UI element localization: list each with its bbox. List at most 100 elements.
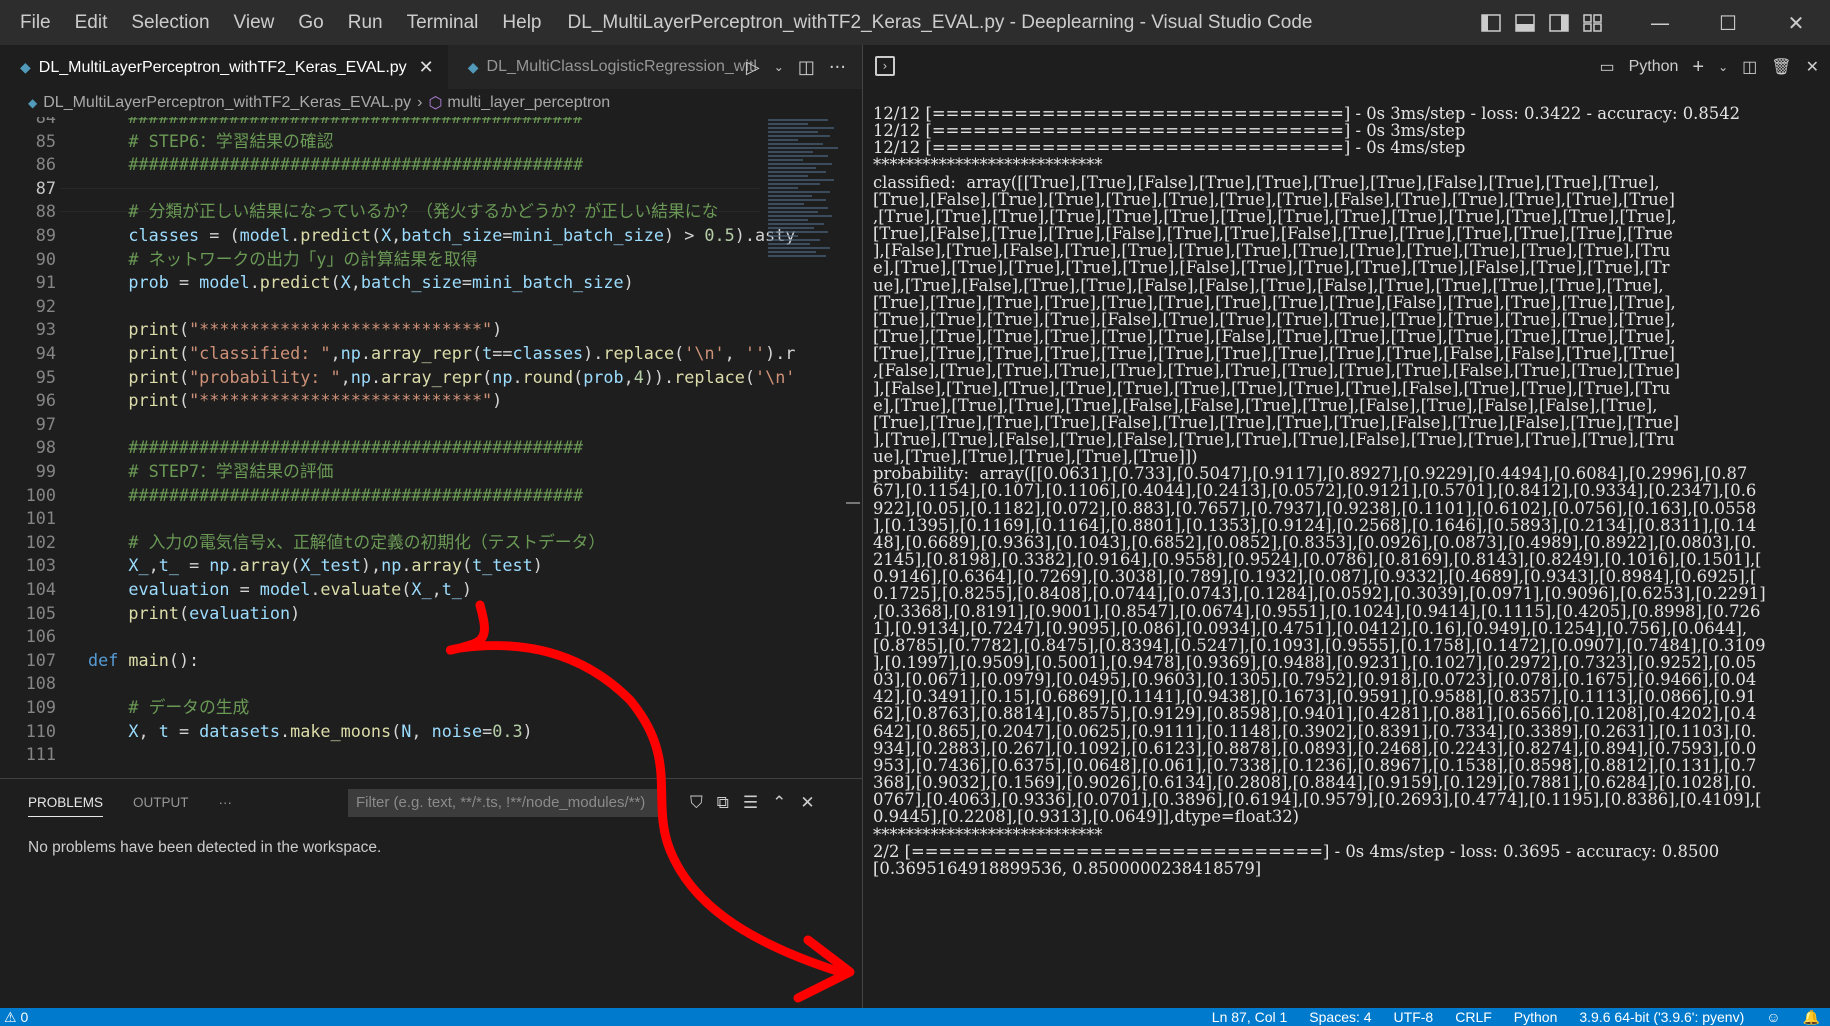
tab-label: DL_MultiClassLogisticRegression_witl — [486, 58, 757, 75]
python-file-icon: ◆ — [20, 59, 31, 75]
code-line[interactable]: 105 print(evaluation) — [0, 602, 760, 626]
close-button[interactable]: ✕ — [1762, 0, 1830, 45]
line-number: 104 — [25, 579, 56, 599]
code-line[interactable]: 110 X, t = datasets.make_moons(N, noise=… — [0, 720, 760, 744]
menu-edit[interactable]: Edit — [63, 0, 120, 45]
breadcrumb-file[interactable]: DL_MultiLayerPerceptron_withTF2_Keras_EV… — [43, 94, 411, 112]
chevron-down-icon[interactable]: ⌄ — [1718, 60, 1728, 74]
collapse-all-icon[interactable]: ⧉ — [717, 793, 729, 813]
editor-scrollbar[interactable] — [846, 117, 860, 778]
filter-icon[interactable]: ⛉ — [690, 793, 703, 813]
split-editor-icon[interactable]: ◫ — [798, 57, 815, 78]
code-line[interactable]: 96 print("****************************") — [0, 389, 760, 413]
menu-help[interactable]: Help — [490, 0, 553, 45]
menu-file[interactable]: File — [8, 0, 63, 45]
code-line[interactable]: 101 — [0, 507, 760, 531]
problems-count[interactable]: ⚠ 0 — [4, 1008, 28, 1026]
toggle-panel-icon[interactable] — [1508, 0, 1542, 45]
run-icon[interactable]: ▷ — [746, 57, 760, 78]
code-line[interactable]: 91 prob = model.predict(X,batch_size=min… — [0, 271, 760, 295]
close-panel-icon[interactable]: ✕ — [800, 793, 814, 813]
chevron-down-icon[interactable]: ⌄ — [774, 60, 784, 74]
panel-more-icon[interactable]: ··· — [219, 795, 233, 817]
code-line[interactable]: 85 # STEP6：学習結果の確認 — [0, 130, 760, 154]
window-title: DL_MultiLayerPerceptron_withTF2_Keras_EV… — [567, 12, 1313, 33]
code-line[interactable]: 84 #####################################… — [0, 117, 760, 130]
problems-filter-input[interactable]: Filter (e.g. text, **/*.ts, !**/node_mod… — [348, 789, 658, 817]
code-line[interactable]: 94 print("classified: ",np.array_repr(t=… — [0, 342, 796, 366]
close-terminal-icon[interactable]: ✕ — [1806, 57, 1819, 77]
terminal-line: classified: array([[True],[True],[False]… — [873, 172, 1660, 192]
code-line[interactable]: 99 # STEP7：学習結果の評価 — [0, 460, 760, 484]
notifications-icon[interactable]: 🔔 — [1803, 1008, 1820, 1026]
code-line[interactable]: 88 # 分類が正しい結果になっているか？（発火するかどうか？が正しい結果にな — [0, 200, 760, 224]
code-line[interactable]: 92 — [0, 295, 760, 319]
tab-problems[interactable]: PROBLEMS — [28, 795, 104, 817]
menu-terminal[interactable]: Terminal — [395, 0, 491, 45]
menu-view[interactable]: View — [222, 0, 287, 45]
code-line[interactable]: 103 X_,t_ = np.array(X_test),np.array(t_… — [0, 554, 760, 578]
problems-panel: PROBLEMS OUTPUT ··· Filter (e.g. text, *… — [0, 778, 862, 1008]
code-line[interactable]: 111 — [0, 743, 760, 767]
tab-mlp-eval[interactable]: ◆ DL_MultiLayerPerceptron_withTF2_Keras_… — [0, 45, 448, 89]
code-line[interactable]: 109 # データの生成 — [0, 696, 760, 720]
code-line[interactable]: 86 #####################################… — [0, 153, 760, 177]
code-line[interactable]: 95 print("probability: ",np.array_repr(n… — [0, 366, 796, 390]
menu-selection[interactable]: Selection — [119, 0, 221, 45]
close-tab-icon[interactable]: ✕ — [419, 57, 434, 78]
toggle-primary-sidebar-icon[interactable] — [1474, 0, 1508, 45]
terminal-line: e],[True],[True],[True],[True],[False],[… — [873, 395, 1658, 415]
terminal-line: ,[True],[True],[True],[True],[True],[Tru… — [873, 206, 1677, 226]
code-line[interactable]: 87 — [0, 177, 760, 201]
encoding[interactable]: UTF-8 — [1394, 1008, 1434, 1026]
minimap[interactable] — [768, 117, 844, 337]
breadcrumb-symbol[interactable]: multi_layer_perceptron — [447, 94, 610, 112]
code-line[interactable]: 104 evaluation = model.evaluate(X_,t_) — [0, 578, 760, 602]
code-line[interactable]: 98 #####################################… — [0, 436, 760, 460]
code-line[interactable]: 108 — [0, 672, 760, 696]
more-actions-icon[interactable]: ··· — [829, 57, 846, 78]
terminal-shell-label[interactable]: Python — [1629, 58, 1679, 76]
trash-icon[interactable]: 🗑 — [1771, 57, 1791, 77]
editor-actions: ▷ ⌄ ◫ ··· — [746, 45, 862, 89]
code-line[interactable]: 89 classes = (model.predict(X,batch_size… — [0, 224, 796, 248]
feedback-icon[interactable]: ☺ — [1766, 1008, 1780, 1026]
language-mode[interactable]: Python — [1514, 1008, 1558, 1026]
code-line[interactable]: 100 ####################################… — [0, 484, 760, 508]
maximize-button[interactable]: ☐ — [1694, 0, 1762, 45]
line-ending[interactable]: CRLF — [1455, 1008, 1492, 1026]
toggle-secondary-sidebar-icon[interactable] — [1542, 0, 1576, 45]
code-line[interactable]: 107 def main(): — [0, 649, 760, 673]
code-line[interactable]: 102 # 入力の電気信号x、正解値tの定義の初期化（テストデータ） — [0, 531, 760, 555]
chevron-up-icon[interactable]: ⌃ — [772, 793, 786, 813]
code-line[interactable]: 90 # ネットワークの出力「y」の計算結果を取得 — [0, 248, 760, 272]
cursor-position[interactable]: Ln 87, Col 1 — [1212, 1008, 1288, 1026]
new-terminal-icon[interactable]: + — [1692, 56, 1704, 79]
terminal-actions: ▭ Python + ⌄ ◫ 🗑 ✕ — [1599, 45, 1819, 89]
code-line[interactable]: 106 — [0, 625, 760, 649]
tab-logistic-regression[interactable]: ◆ DL_MultiClassLogisticRegression_witl — [448, 45, 786, 89]
indentation[interactable]: Spaces: 4 — [1309, 1008, 1371, 1026]
code-text: prob = model.predict(X,batch_size=mini_b… — [128, 272, 634, 293]
breadcrumb: ◆ DL_MultiLayerPerceptron_withTF2_Keras_… — [0, 89, 862, 117]
view-as-list-icon[interactable]: ☰ — [743, 793, 758, 813]
line-number: 102 — [25, 531, 56, 552]
minimize-button[interactable]: — — [1626, 0, 1694, 45]
tab-output[interactable]: OUTPUT — [133, 795, 189, 817]
terminal-line: [0.3695164918899536, 0.8500000238418579] — [873, 858, 1262, 878]
terminal-line: 0.9445],[0.2208],[0.9313],[0.0649]],dtyp… — [873, 807, 1300, 827]
python-file-icon: ◆ — [467, 58, 479, 75]
python-interpreter[interactable]: 3.9.6 64-bit ('3.9.6': pyenv) — [1579, 1008, 1744, 1026]
terminal-line: ],[False],[True],[False],[True],[True],[… — [873, 241, 1671, 261]
code-editor[interactable]: 84 #####################################… — [0, 117, 862, 778]
customize-layout-icon[interactable] — [1576, 0, 1610, 45]
split-terminal-icon[interactable]: ◫ — [1742, 57, 1757, 77]
menu-go[interactable]: Go — [286, 0, 335, 45]
code-text: # ネットワークの出力「y」の計算結果を取得 — [88, 248, 478, 269]
editor-tabs: ◆ DL_MultiLayerPerceptron_withTF2_Keras_… — [0, 45, 862, 89]
terminal-line: ],[True],[True],[False],[True],[False],[… — [873, 429, 1675, 449]
terminal-panel[interactable]: › ▭ Python + ⌄ ◫ 🗑 ✕ 12/12 [============… — [862, 45, 1830, 1008]
code-line[interactable]: 93 print("****************************") — [0, 318, 760, 342]
code-line[interactable]: 97 — [0, 413, 760, 437]
menu-run[interactable]: Run — [336, 0, 395, 45]
